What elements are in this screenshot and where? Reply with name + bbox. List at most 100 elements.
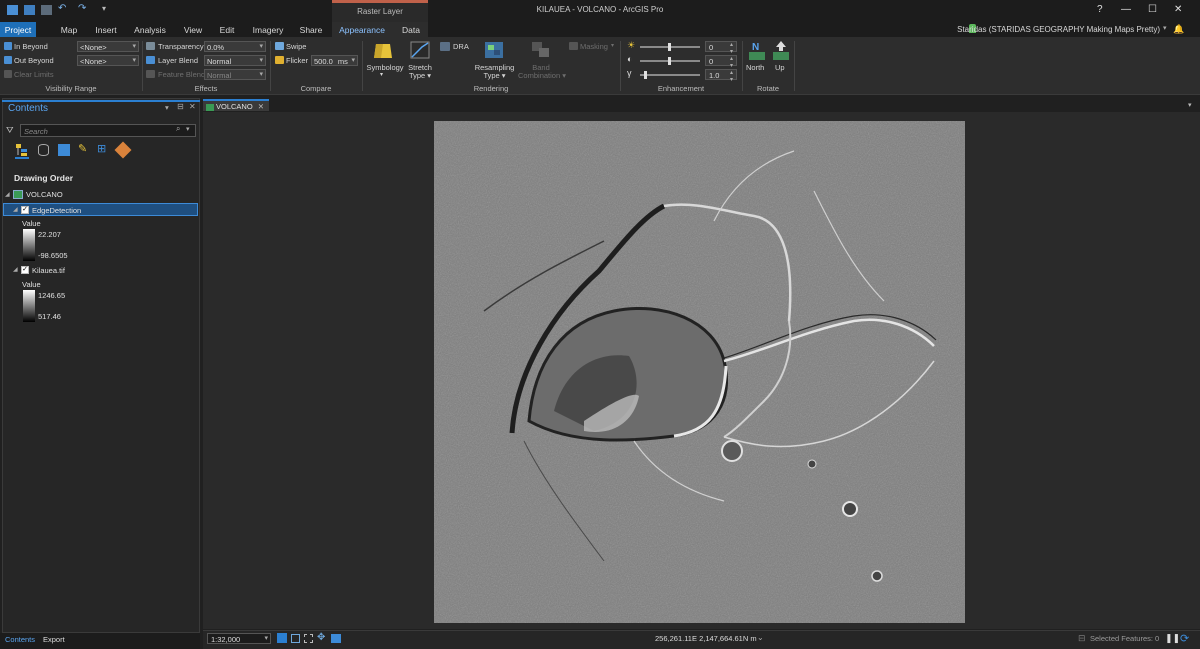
symbology-icon[interactable] <box>373 42 393 60</box>
transparency-input[interactable]: 0.0% <box>204 41 266 52</box>
tab-insert[interactable]: Insert <box>88 22 124 37</box>
clear-limits-icon <box>4 70 12 78</box>
lock-scale-icon[interactable] <box>277 633 287 643</box>
tab-analysis[interactable]: Analysis <box>128 22 172 37</box>
undo-icon[interactable]: ↶ <box>58 3 66 14</box>
flicker-icon[interactable] <box>275 56 284 64</box>
rotate-up-button[interactable]: Up <box>775 63 785 72</box>
map-node-volcano[interactable]: VOLCANO <box>26 190 63 199</box>
scale-dropdown-icon[interactable]: ▾ <box>264 634 268 642</box>
maximize-button[interactable]: ☐ <box>1148 4 1157 15</box>
tab-edit[interactable]: Edit <box>212 22 242 37</box>
gamma-input[interactable]: 1.0 <box>705 69 737 83</box>
close-pane-icon[interactable]: ✕ <box>189 102 196 111</box>
layer-name-edgedetection[interactable]: EdgeDetection <box>32 206 81 215</box>
resampling-type-label-2[interactable]: Type ▾ <box>472 71 517 80</box>
user-account[interactable]: Staridas (STARIDAS GEOGRAPHY Making Maps… <box>957 25 1160 34</box>
minimize-button[interactable]: — <box>1121 4 1131 15</box>
list-by-selection-icon[interactable] <box>58 144 70 156</box>
brightness-icon: ☀ <box>627 40 636 50</box>
stretch-type-label-2[interactable]: Type ▾ <box>405 71 435 80</box>
open-project-icon[interactable] <box>24 5 35 15</box>
flicker-rate-input[interactable]: 500.0 ms <box>311 55 358 66</box>
search-options-icon[interactable]: ▾ <box>186 125 190 133</box>
resampling-type-icon[interactable] <box>484 41 504 59</box>
tab-share[interactable]: Share <box>295 22 327 37</box>
contrast-slider-handle[interactable] <box>668 57 671 65</box>
contents-search-input[interactable]: Search <box>20 124 196 137</box>
tab-map[interactable]: Map <box>52 22 86 37</box>
out-beyond-dropdown[interactable]: <None> <box>77 55 139 66</box>
tab-imagery[interactable]: Imagery <box>248 22 288 37</box>
map-scale-dropdown[interactable]: 1:32,000 ▾ <box>207 633 271 644</box>
save-icon[interactable] <box>41 5 52 15</box>
tab-appearance[interactable]: Appearance <box>334 22 390 37</box>
brightness-slider-handle[interactable] <box>668 43 671 51</box>
layer-visibility-checkbox[interactable]: ✓ <box>21 206 29 214</box>
rotate-north-button[interactable]: North <box>746 63 764 72</box>
swipe-icon[interactable] <box>275 42 284 50</box>
collapse-map-icon[interactable]: ◢ <box>5 191 10 198</box>
symbology-dropdown-icon[interactable]: ▾ <box>380 71 383 78</box>
redo-icon[interactable]: ↷ <box>78 3 86 14</box>
tab-contents[interactable]: Contents <box>5 635 35 644</box>
gamma-slider[interactable] <box>640 74 700 76</box>
tab-project[interactable]: Project <box>0 22 36 37</box>
band-combination-icon[interactable] <box>531 41 551 59</box>
list-by-data-source-icon[interactable] <box>38 144 49 156</box>
band-combination-word: Combination <box>518 71 561 80</box>
dra-icon[interactable] <box>440 42 450 51</box>
swipe-button[interactable]: Swipe <box>286 42 306 51</box>
filter-icon[interactable]: ⛛ <box>6 125 14 136</box>
pause-drawing-icon[interactable] <box>331 634 341 643</box>
masking-button[interactable]: Masking <box>580 42 608 51</box>
coordinate-format-dropdown-icon[interactable]: ⌄ <box>757 633 764 642</box>
flicker-button[interactable]: Flicker <box>286 56 308 65</box>
gamma-slider-handle[interactable] <box>644 71 647 79</box>
gamma-icon: γ <box>627 68 632 78</box>
views-dropdown-icon[interactable]: ▾ <box>1188 101 1192 109</box>
list-by-drawing-order-icon[interactable] <box>15 143 29 159</box>
collapse-layer-icon[interactable]: ◢ <box>13 266 18 273</box>
collapse-layer-icon[interactable]: ◢ <box>13 206 18 213</box>
tab-data[interactable]: Data <box>396 22 426 37</box>
tab-view[interactable]: View <box>177 22 209 37</box>
new-project-icon[interactable] <box>7 5 18 15</box>
map-view-tab[interactable]: VOLCANO ✕ <box>203 99 269 111</box>
search-icon[interactable]: ⌕ <box>176 124 180 134</box>
layer-visibility-checkbox[interactable]: ✓ <box>21 266 29 274</box>
up-arrow-icon[interactable] <box>772 41 790 61</box>
tab-export[interactable]: Export <box>43 635 65 644</box>
pin-pane-icon[interactable]: ⊟ <box>177 102 184 111</box>
masking-dropdown-icon[interactable]: ▾ <box>611 42 614 49</box>
close-button[interactable]: ✕ <box>1174 4 1182 15</box>
clear-limits-button[interactable]: Clear Limits <box>14 70 54 79</box>
list-by-snapping-icon[interactable]: ⊞ <box>97 142 106 155</box>
symbology-button[interactable]: Symbology <box>366 63 404 72</box>
help-button[interactable]: ? <box>1097 4 1103 15</box>
notifications-icon[interactable]: 🔔 <box>1173 24 1184 35</box>
navigation-icon[interactable]: ✥ <box>317 632 325 643</box>
north-arrow-icon[interactable]: N <box>748 41 766 61</box>
close-tab-icon[interactable]: ✕ <box>258 102 264 111</box>
full-extent-icon[interactable] <box>291 634 300 643</box>
stretch-type-icon[interactable] <box>410 41 430 59</box>
contrast-input[interactable]: 0 <box>705 55 737 69</box>
masking-icon[interactable] <box>569 42 578 50</box>
layer-name-kilauea[interactable]: Kilauea.tif <box>32 266 65 275</box>
pause-icon[interactable]: ❚❚ <box>1165 633 1180 644</box>
grid-icon[interactable] <box>304 634 313 643</box>
user-dropdown-icon[interactable]: ▾ <box>1163 24 1167 32</box>
options-dropdown-icon[interactable]: ▾ <box>165 103 169 112</box>
feature-blend-dropdown[interactable]: Normal <box>204 69 266 80</box>
edge-detection-raster[interactable] <box>434 121 965 623</box>
band-combination-label-2[interactable]: Combination ▾ <box>517 71 567 80</box>
map-scale-value: 1:32,000 <box>211 635 241 644</box>
in-beyond-dropdown[interactable]: <None> <box>77 41 139 52</box>
brightness-input[interactable]: 0 <box>705 41 737 55</box>
dra-button[interactable]: DRA <box>453 42 469 51</box>
refresh-icon[interactable]: ⟳ <box>1180 632 1189 645</box>
layer-blend-dropdown[interactable]: Normal <box>204 55 266 66</box>
customize-qat-icon[interactable]: ▾ <box>102 4 106 13</box>
list-by-editing-icon[interactable]: ✎ <box>78 142 87 155</box>
